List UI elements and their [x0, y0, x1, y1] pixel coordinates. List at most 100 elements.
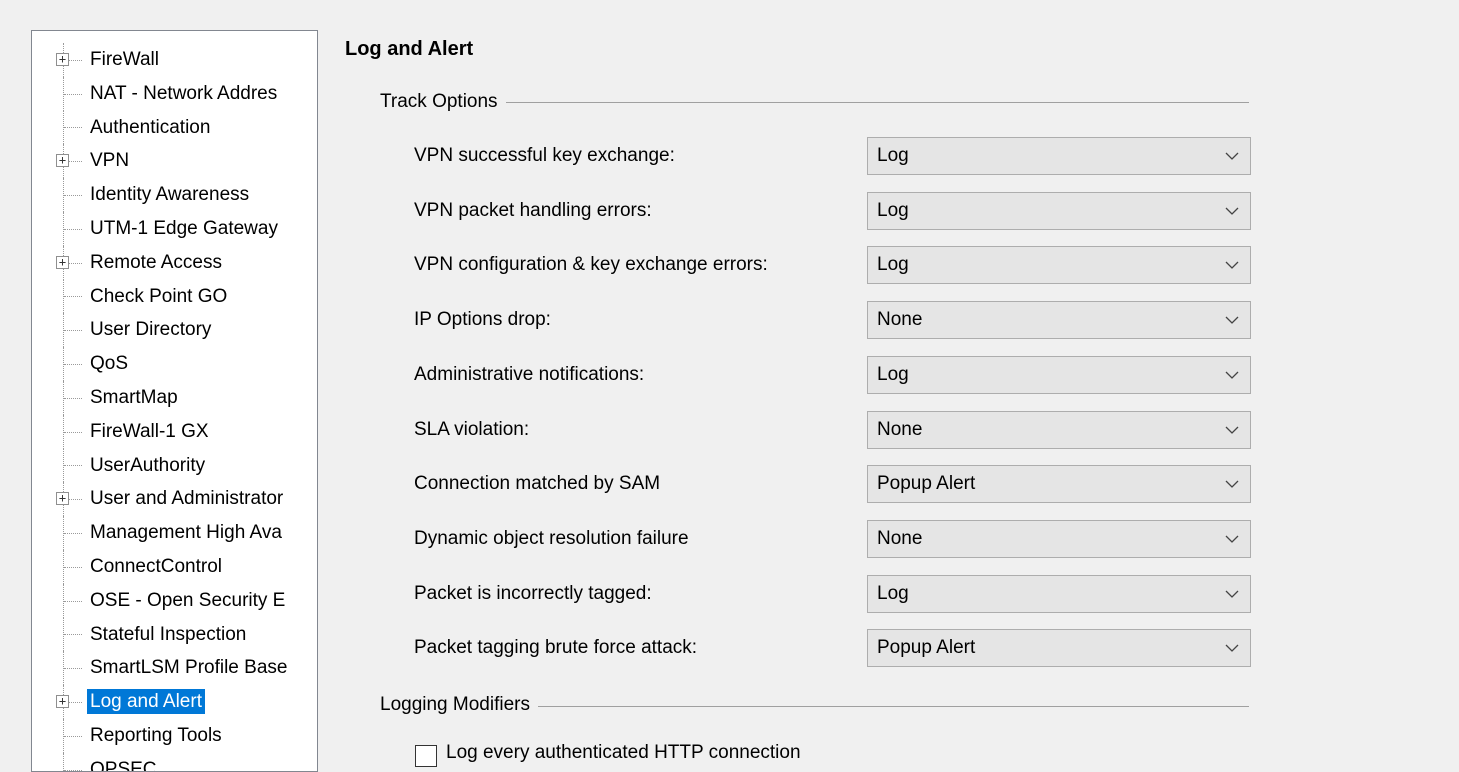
tree-connector	[64, 296, 82, 298]
track-option-label: VPN successful key exchange:	[414, 145, 675, 166]
track-option-select[interactable]: Log	[867, 355, 1251, 394]
tree-item[interactable]: OSE - Open Security E	[32, 583, 317, 618]
track-option-label: VPN configuration & key exchange errors:	[414, 254, 768, 276]
tree-connector	[64, 668, 82, 670]
log-http-connection-label: Log every authenticated HTTP connection	[446, 742, 801, 763]
tree-item-label: Remote Access	[90, 251, 222, 273]
track-option-select[interactable]: None	[867, 519, 1251, 558]
tree-item-label: VPN	[90, 150, 130, 172]
logging-modifiers-title: Logging Modifiers	[380, 694, 538, 716]
track-option-value: Log	[877, 199, 909, 221]
tree-connector	[64, 735, 82, 737]
expand-icon[interactable]: +	[56, 695, 69, 709]
expand-icon[interactable]: +	[56, 154, 69, 168]
chevron-down-icon	[1225, 644, 1239, 653]
track-option-select[interactable]: None	[867, 301, 1251, 340]
settings-tree-list: + FireWall NAT - Network Addres Authenticat…	[32, 43, 317, 772]
tree-connector	[64, 600, 82, 602]
tree-item-label: UserAuthority	[90, 454, 206, 476]
tree-item-label: Management High Ava	[90, 522, 282, 544]
log-http-connection-checkbox[interactable]	[415, 745, 437, 767]
tree-connector	[64, 465, 82, 467]
tree-item[interactable]: User Directory	[32, 313, 317, 348]
track-option-select[interactable]: Log	[867, 137, 1251, 175]
tree-connector	[64, 228, 82, 230]
tree-item[interactable]: QoS	[32, 347, 317, 381]
tree-item[interactable]: + User and Administrator	[32, 482, 317, 517]
tree-item[interactable]: Identity Awareness	[32, 178, 317, 212]
track-options-divider	[380, 102, 1249, 103]
tree-item[interactable]: UserAuthority	[32, 448, 317, 483]
track-option-select[interactable]: None	[867, 410, 1251, 449]
tree-connector	[64, 330, 82, 332]
chevron-down-icon	[1225, 152, 1239, 160]
track-option-value: Log	[877, 145, 909, 166]
track-options-title: Track Options	[380, 91, 506, 113]
tree-connector	[64, 93, 82, 95]
tree-item[interactable]: Management High Ava	[32, 516, 317, 550]
track-option-select[interactable]: Popup Alert	[867, 629, 1251, 668]
track-option-select[interactable]: Popup Alert	[867, 465, 1251, 504]
tree-item-label: QoS	[90, 353, 129, 375]
tree-item-label: User and Administrator	[90, 488, 284, 510]
tree-item-label: Stateful Inspection	[90, 623, 247, 645]
tree-item[interactable]: + Remote Access	[32, 245, 317, 280]
track-option-select[interactable]: Log	[867, 191, 1251, 230]
track-option-label: Packet is incorrectly tagged:	[414, 582, 652, 604]
tree-item-label: UTM-1 Edge Gateway	[90, 217, 278, 239]
tree-item[interactable]: Reporting Tools	[32, 718, 317, 753]
chevron-down-icon	[1225, 590, 1239, 598]
tree-item[interactable]: ConnectControl	[32, 549, 317, 584]
tree-connector	[64, 397, 82, 399]
track-option-label: VPN packet handling errors:	[414, 199, 652, 221]
track-option-value: Popup Alert	[877, 473, 976, 495]
track-option-label: Administrative notifications:	[414, 363, 645, 385]
track-option-label: IP Options drop:	[414, 309, 551, 331]
tree-item-label: Identity Awareness	[90, 184, 250, 206]
tree-item-label: Authentication	[90, 116, 211, 138]
tree-item-label: SmartLSM Profile Base	[90, 657, 288, 679]
tree-item[interactable]: + Log and Alert	[32, 685, 317, 719]
track-option-label: Dynamic object resolution failure	[414, 527, 689, 549]
tree-item-label: NAT - Network Addres	[90, 82, 278, 104]
chevron-down-icon	[1225, 480, 1239, 489]
page-title: Log and Alert	[345, 38, 474, 60]
tree-connector	[64, 195, 82, 197]
tree-connector	[64, 634, 82, 636]
track-option-select[interactable]: Log	[867, 574, 1251, 613]
track-option-value: Log	[877, 363, 909, 385]
tree-item-label: ConnectControl	[90, 555, 223, 577]
tree-item-label: OSE - Open Security E	[90, 589, 286, 611]
tree-item[interactable]: UTM-1 Edge Gateway	[32, 211, 317, 246]
tree-item-label: OPSEC	[90, 758, 157, 772]
chevron-down-icon	[1225, 371, 1239, 379]
track-option-label: SLA violation:	[414, 418, 530, 440]
expand-icon[interactable]: +	[56, 492, 69, 506]
expand-icon[interactable]: +	[56, 52, 69, 66]
tree-connector	[64, 769, 82, 771]
tree-item[interactable]: SmartMap	[32, 380, 317, 415]
tree-item[interactable]: SmartLSM Profile Base	[32, 651, 317, 686]
chevron-down-icon	[1225, 426, 1239, 434]
tree-item[interactable]: + FireWall	[32, 43, 317, 77]
track-option-value: Log	[877, 254, 909, 276]
tree-item[interactable]: + VPN	[32, 144, 317, 179]
chevron-down-icon	[1225, 535, 1239, 543]
tree-connector	[64, 566, 82, 568]
track-option-value: None	[877, 309, 923, 331]
track-option-value: None	[877, 418, 923, 440]
tree-connector	[64, 364, 82, 366]
track-option-select[interactable]: Log	[867, 246, 1251, 285]
tree-item-label: Reporting Tools	[90, 724, 222, 746]
expand-icon[interactable]: +	[56, 255, 69, 269]
tree-item-label: Log and Alert	[87, 689, 205, 715]
chevron-down-icon	[1225, 207, 1239, 215]
settings-tree[interactable]: + FireWall NAT - Network Addres Authenticat…	[31, 30, 318, 772]
track-option-value: Popup Alert	[877, 637, 976, 659]
tree-item[interactable]: NAT - Network Addres	[32, 76, 317, 111]
tree-item[interactable]: FireWall-1 GX	[32, 414, 317, 449]
tree-connector	[64, 431, 82, 433]
tree-item[interactable]: Authentication	[32, 110, 317, 145]
tree-item[interactable]: Stateful Inspection	[32, 617, 317, 652]
tree-item[interactable]: Check Point GO	[32, 279, 317, 314]
